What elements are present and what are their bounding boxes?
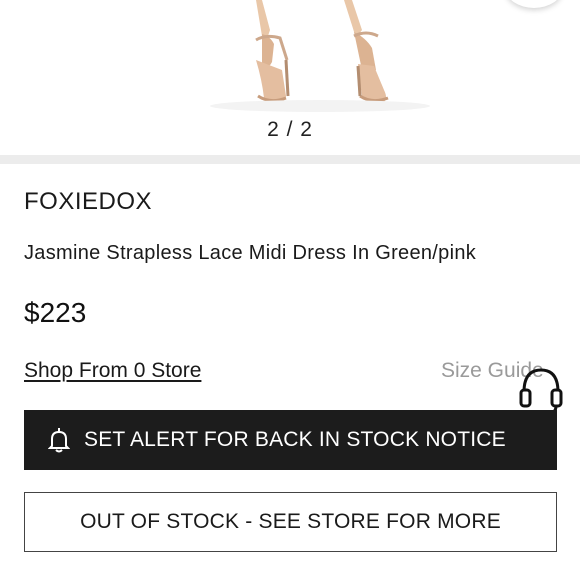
product-image-gallery[interactable]: 2 / 2 xyxy=(0,0,580,155)
product-price: $223 xyxy=(24,297,87,328)
bell-icon xyxy=(48,428,70,453)
set-alert-button[interactable]: SET ALERT FOR BACK IN STOCK NOTICE xyxy=(24,410,557,470)
section-divider xyxy=(0,155,580,164)
set-alert-label: SET ALERT FOR BACK IN STOCK NOTICE xyxy=(84,428,506,451)
out-of-stock-label: OUT OF STOCK - SEE STORE FOR MORE xyxy=(80,510,501,533)
shop-from-store-link[interactable]: Shop From 0 Store xyxy=(24,359,201,383)
out-of-stock-button[interactable]: OUT OF STOCK - SEE STORE FOR MORE xyxy=(24,492,557,552)
image-counter: 2 / 2 xyxy=(267,118,313,141)
product-title: Jasmine Strapless Lace Midi Dress In Gre… xyxy=(24,242,477,264)
brand-name[interactable]: FOXIEDOX xyxy=(24,188,152,216)
